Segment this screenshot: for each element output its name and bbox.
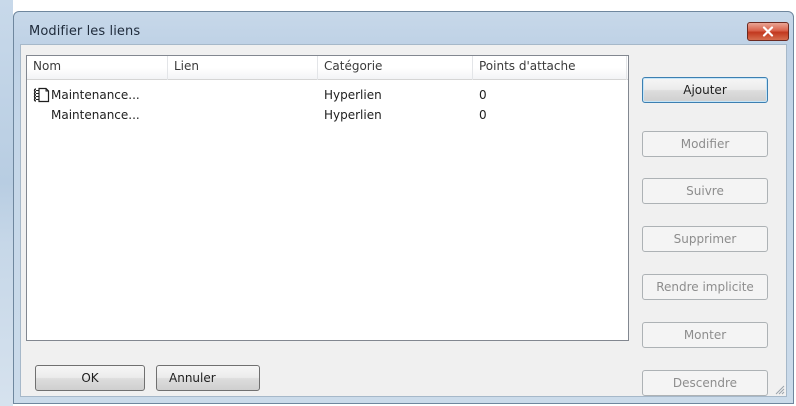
monter-button[interactable]: Monter — [642, 322, 768, 348]
title-bar[interactable]: Modifier les liens — [14, 12, 793, 44]
cell-nom: Maintenance... — [51, 88, 140, 102]
cell-categorie: Hyperlien — [324, 108, 382, 122]
modifier-liens-dialog: Modifier les liens Nom Lien Catégorie Po… — [13, 11, 794, 404]
descendre-button[interactable]: Descendre — [642, 370, 768, 396]
document-link-icon — [33, 86, 50, 103]
ajouter-button[interactable]: Ajouter — [642, 77, 768, 103]
column-header-nom[interactable]: Nom — [27, 56, 168, 80]
resize-grip-icon[interactable] — [773, 383, 785, 395]
ok-button[interactable]: OK — [35, 365, 145, 391]
links-list[interactable]: Nom Lien Catégorie Points d'attache Main… — [26, 55, 629, 341]
dialog-client-area: Nom Lien Catégorie Points d'attache Main… — [20, 44, 787, 397]
cell-categorie: Hyperlien — [324, 88, 382, 102]
supprimer-button[interactable]: Supprimer — [642, 226, 768, 252]
annuler-button[interactable]: Annuler — [156, 365, 260, 391]
cell-points: 0 — [479, 88, 487, 102]
column-header-lien[interactable]: Lien — [168, 56, 318, 80]
desktop-background-strip — [0, 0, 13, 406]
column-header-points[interactable]: Points d'attache — [473, 56, 627, 80]
table-row[interactable]: Maintenance... Hyperlien 0 — [27, 105, 628, 125]
dialog-title: Modifier les liens — [29, 24, 141, 39]
rendre-implicite-button[interactable]: Rendre implicite — [642, 274, 768, 300]
cell-nom: Maintenance... — [51, 108, 140, 122]
column-header-categorie[interactable]: Catégorie — [318, 56, 473, 80]
suivre-button[interactable]: Suivre — [642, 178, 768, 204]
list-header: Nom Lien Catégorie Points d'attache — [27, 56, 628, 80]
close-icon — [762, 26, 774, 37]
close-button[interactable] — [747, 22, 789, 41]
cell-points: 0 — [479, 108, 487, 122]
modifier-button[interactable]: Modifier — [642, 131, 768, 157]
table-row[interactable]: Maintenance... Hyperlien 0 — [27, 85, 628, 105]
